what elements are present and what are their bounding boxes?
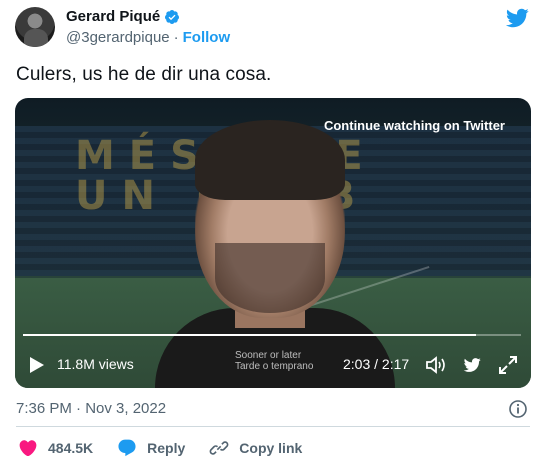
- video-progress-fill: [23, 334, 477, 336]
- fullscreen-icon[interactable]: [498, 355, 518, 375]
- reply-button[interactable]: Reply: [117, 438, 185, 458]
- video-time: 2:03 / 2:17: [343, 356, 410, 372]
- author-name[interactable]: Gerard Piqué: [66, 8, 160, 25]
- volume-icon[interactable]: [425, 355, 447, 375]
- video-progress-bar[interactable]: [23, 334, 521, 336]
- like-count: 484.5K: [48, 440, 94, 456]
- video-player[interactable]: MÉS QUEUN CLUB Continue watching on Twit…: [15, 98, 531, 388]
- copy-link-button[interactable]: Copy link: [209, 438, 302, 458]
- link-icon: [209, 441, 229, 455]
- video-subtitle: Sooner or later Tarde o temprano: [235, 350, 313, 372]
- tweet-text: Culers, us he de dir una cosa.: [16, 64, 272, 85]
- author-block: Gerard Piqué @3gerardpique · Follow: [66, 8, 230, 46]
- tweet-actions: 484.5K Reply Copy link: [18, 438, 326, 458]
- heart-icon: [19, 440, 37, 457]
- avatar[interactable]: [15, 7, 55, 47]
- verified-badge-icon: [165, 9, 180, 24]
- divider: [16, 426, 530, 427]
- subtitle-line-2: Tarde o temprano: [235, 361, 314, 372]
- video-views: 11.8M views: [57, 356, 134, 372]
- continue-watching-link[interactable]: Continue watching on Twitter: [324, 118, 505, 133]
- follow-link[interactable]: Follow: [183, 29, 231, 46]
- handle-separator: ·: [173, 29, 179, 46]
- person-beard: [215, 243, 325, 313]
- twitter-bird-icon[interactable]: [462, 356, 482, 374]
- reply-icon: [118, 439, 136, 457]
- copy-link-label: Copy link: [239, 440, 303, 456]
- person-hair: [195, 120, 345, 200]
- subtitle-line-1: Sooner or later: [235, 350, 302, 361]
- author-handle[interactable]: @3gerardpique: [66, 29, 170, 46]
- tweet-embed-card: Gerard Piqué @3gerardpique · Follow Cule…: [0, 0, 544, 468]
- play-icon[interactable]: [29, 356, 45, 374]
- tweet-timestamp[interactable]: 7:36 PM · Nov 3, 2022: [16, 400, 166, 417]
- info-icon[interactable]: [508, 399, 528, 419]
- reply-label: Reply: [147, 440, 186, 456]
- twitter-logo-icon[interactable]: [505, 6, 529, 30]
- like-button[interactable]: 484.5K: [18, 438, 93, 458]
